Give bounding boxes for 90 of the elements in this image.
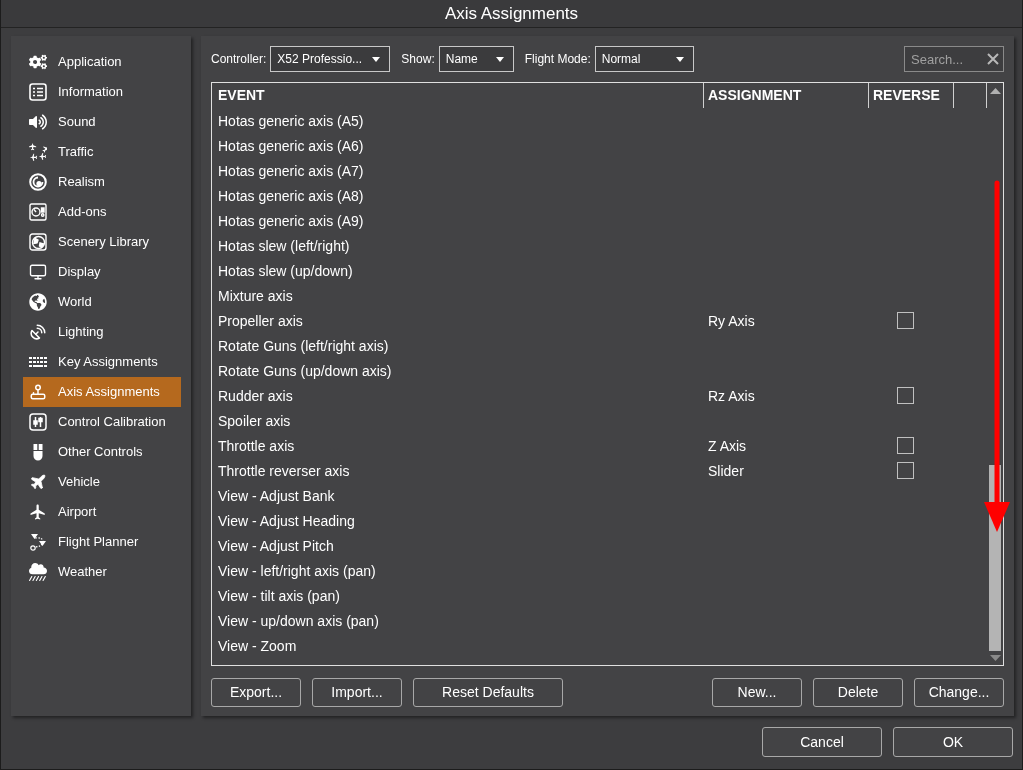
event-cell: View - Zoom [218, 637, 297, 654]
sidebar-item[interactable]: Application [23, 47, 181, 77]
monitor-icon [29, 263, 47, 281]
sidebar-item[interactable]: Information [23, 77, 181, 107]
sidebar-item[interactable]: Vehicle [23, 467, 181, 497]
event-cell: View - tilt axis (pan) [218, 587, 340, 604]
field-label: Controller: [211, 51, 267, 68]
event-cell: Hotas generic axis (A7) [218, 162, 364, 179]
sidebar-item[interactable]: Display [23, 257, 181, 287]
reverse-checkbox[interactable] [897, 312, 914, 329]
sidebar-item[interactable]: Airport [23, 497, 181, 527]
assignment-cell: Z Axis [708, 437, 747, 454]
reverse-checkbox[interactable] [897, 437, 914, 454]
window-title: Axis Assignments [444, 2, 579, 25]
reverse-checkbox[interactable] [897, 387, 914, 404]
sidebar-item[interactable]: World [23, 287, 181, 317]
reverse-checkbox[interactable] [897, 462, 914, 479]
event-cell: View - up/down axis (pan) [218, 612, 379, 629]
assignment-cell: Rz Axis [708, 387, 755, 404]
airplane-icon [29, 473, 47, 491]
scroll-up-arrow[interactable] [989, 88, 1001, 94]
sidebar-item[interactable]: Key Assignments [23, 347, 181, 377]
event-cell: Hotas slew (up/down) [218, 262, 353, 279]
sidebar-item[interactable]: Other Controls [23, 437, 181, 467]
action-button[interactable]: Delete [813, 678, 903, 707]
event-cell: Hotas generic axis (A9) [218, 212, 364, 229]
event-cell: Propeller axis [218, 312, 303, 329]
sidebar-item[interactable]: Control Calibration [23, 407, 181, 437]
column-header: REVERSE [873, 86, 940, 105]
sidebar-item[interactable]: Flight Planner [23, 527, 181, 557]
empty-column-header [953, 83, 987, 108]
event-cell: Spoiler axis [218, 412, 291, 429]
event-cell: View - Adjust Bank [218, 487, 335, 504]
scroll-down-arrow[interactable] [989, 655, 1001, 661]
sidebar-item[interactable]: Sound [23, 107, 181, 137]
airplane-icon [29, 503, 47, 521]
event-cell: View - Adjust Heading [218, 512, 355, 529]
sidebar-item[interactable]: Scenery Library [23, 227, 181, 257]
satellite-dish-icon [29, 323, 47, 341]
action-button[interactable]: Export... [211, 678, 301, 707]
list-icon [29, 83, 47, 101]
joystick-icon [29, 383, 47, 401]
planes-icon [29, 143, 47, 161]
column-header: EVENT [218, 86, 265, 105]
action-button[interactable]: Reset Defaults [413, 678, 563, 707]
sidebar-item[interactable]: Axis Assignments [23, 377, 181, 407]
sidebar-item[interactable]: Traffic [23, 137, 181, 167]
sidebar-item[interactable]: Realism [23, 167, 181, 197]
sidebar-item[interactable]: Add-ons [23, 197, 181, 227]
action-button[interactable]: Import... [312, 678, 402, 707]
field-label: Flight Mode: [524, 51, 591, 68]
sliders-icon [29, 413, 47, 431]
column-header: ASSIGNMENT [708, 86, 802, 105]
event-cell: Mixture axis [218, 287, 293, 304]
action-button[interactable]: Change... [914, 678, 1004, 707]
caret-icon [675, 56, 684, 62]
dialog-button[interactable]: Cancel [762, 727, 882, 757]
action-button[interactable]: New... [712, 678, 802, 707]
assignment-cell: Slider [708, 462, 744, 479]
gears-icon [29, 53, 47, 71]
event-cell: Hotas slew (left/right) [218, 237, 350, 254]
caret-icon [372, 56, 381, 62]
sidebar-item[interactable]: Weather [23, 557, 181, 587]
cloud-rain-icon [29, 563, 47, 581]
dial-panel-icon [29, 203, 47, 221]
search-field[interactable]: Search... [904, 46, 1004, 72]
globe-square-icon [29, 233, 47, 251]
event-cell: Throttle axis [218, 437, 295, 454]
sidebar-item[interactable]: Lighting [23, 317, 181, 347]
show-dropdown[interactable]: Name [438, 46, 514, 72]
clear-icon[interactable] [987, 53, 999, 65]
event-cell: Rotate Guns (up/down axis) [218, 362, 392, 379]
event-cell: Rotate Guns (left/right axis) [218, 337, 389, 354]
controller-dropdown[interactable]: X52 Professio... [270, 46, 391, 72]
globe-icon [29, 293, 47, 311]
speaker-icon [29, 113, 47, 131]
dialog-button[interactable]: OK [893, 727, 1013, 757]
event-cell: View - left/right axis (pan) [218, 562, 376, 579]
swirl-icon [29, 173, 47, 191]
route-icon [29, 533, 47, 551]
flight-mode-dropdown[interactable]: Normal [594, 46, 694, 72]
caret-icon [495, 56, 504, 62]
event-cell: View - Adjust Pitch [218, 537, 334, 554]
event-cell: Throttle reverser axis [218, 462, 350, 479]
event-cell: Hotas generic axis (A8) [218, 187, 364, 204]
event-cell: Hotas generic axis (A6) [218, 137, 364, 154]
field-label: Show: [401, 51, 435, 68]
assignment-cell: Ry Axis [708, 312, 755, 329]
event-cell: Hotas generic axis (A5) [218, 112, 364, 129]
event-cell: Rudder axis [218, 387, 293, 404]
